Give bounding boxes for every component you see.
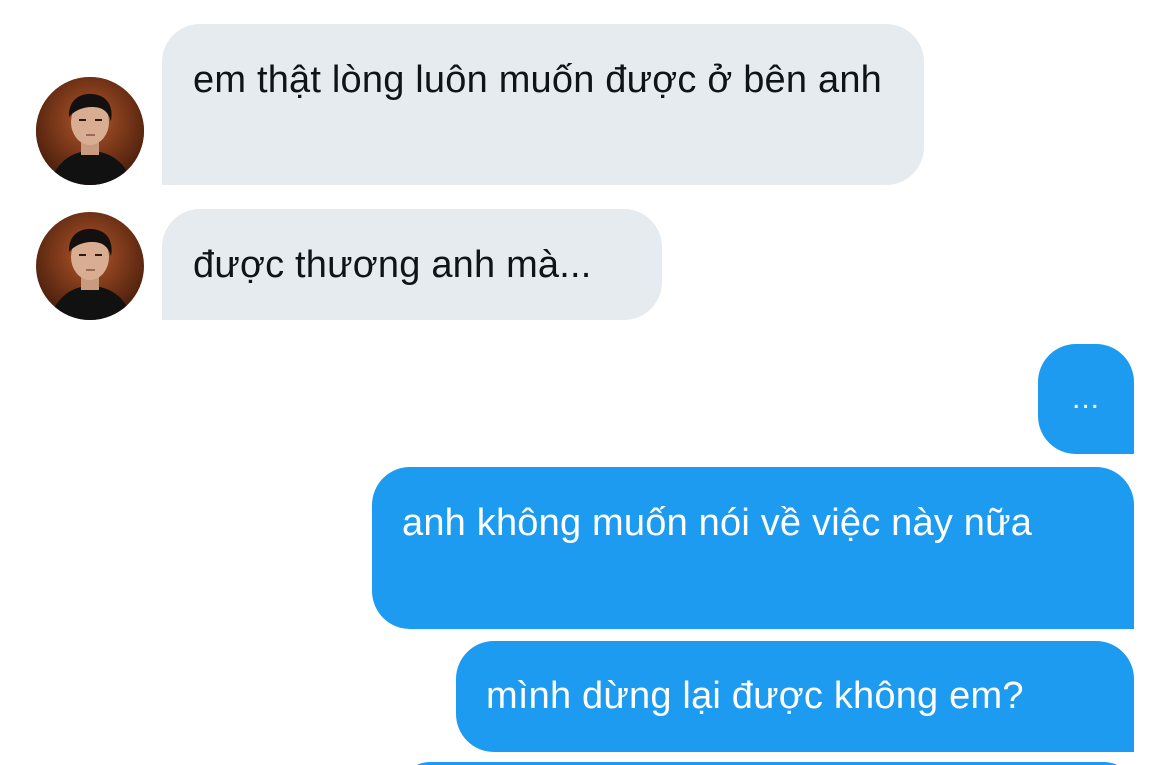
contact-avatar[interactable] [36, 212, 144, 320]
outgoing-message-bubble[interactable]: anh không muốn nói về việc này nữa [372, 467, 1134, 629]
outgoing-message-bubble[interactable]: ... [1038, 344, 1134, 454]
outgoing-message-bubble[interactable]: mình dừng lại được không em? [456, 641, 1134, 752]
message-text: anh không muốn nói về việc này nữa [402, 502, 1033, 544]
contact-avatar[interactable] [36, 77, 144, 185]
message-text: mình dừng lại được không em? [486, 675, 1024, 717]
message-thread[interactable]: em thật lòng luôn muốn được ở bên anh đư… [0, 0, 1170, 765]
incoming-message-bubble[interactable]: được thương anh mà... [162, 209, 662, 320]
incoming-message-bubble[interactable]: em thật lòng luôn muốn được ở bên anh [162, 24, 924, 185]
message-text: được thương anh mà... [193, 244, 592, 286]
message-text: ... [1071, 382, 1100, 415]
message-text: em thật lòng luôn muốn được ở bên anh [193, 59, 882, 101]
